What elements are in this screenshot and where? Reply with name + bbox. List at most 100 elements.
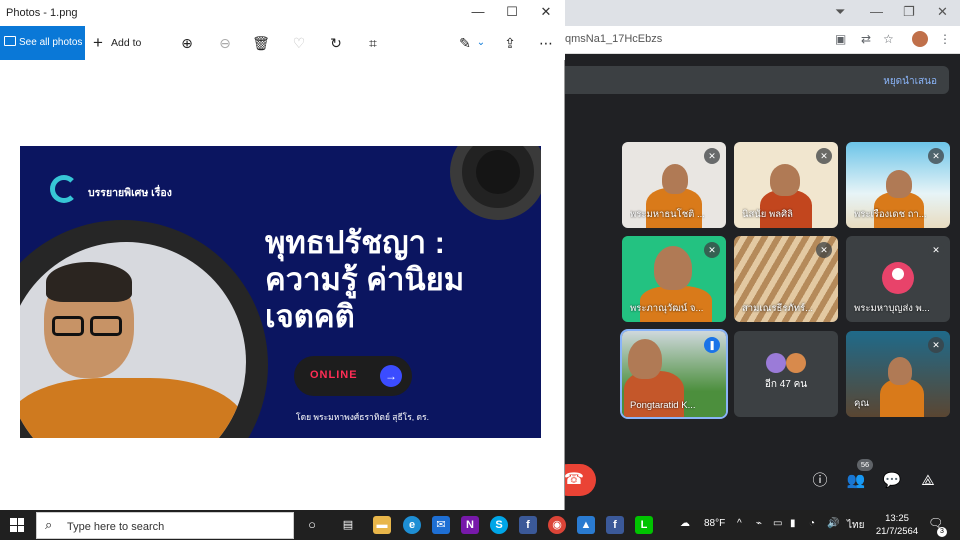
weather-icon[interactable]: ☁: [680, 518, 690, 529]
online-badge: ONLINE →: [294, 356, 412, 396]
presenting-banner: หยุดนำเสนอ: [565, 66, 949, 94]
zoom-in-icon[interactable]: ⊕: [178, 34, 196, 52]
mic-off-icon: ✕: [928, 148, 944, 164]
decorative-ring: [450, 146, 541, 220]
star-icon[interactable]: ☆: [883, 32, 894, 46]
translate-icon[interactable]: ⇄: [861, 32, 871, 46]
notification-count: 3: [937, 527, 947, 537]
participant-name: พระภาณุวัฒน์ จ...: [630, 303, 704, 314]
camera-icon[interactable]: ▣: [835, 32, 846, 46]
language-indicator[interactable]: ไทย: [847, 518, 864, 533]
skype-icon[interactable]: S: [490, 516, 508, 534]
participant-tile-speaking[interactable]: ❚ Pongtaratid K...: [620, 329, 728, 419]
participant-name: นิสนัย พลศิลิ: [742, 209, 793, 220]
info-icon[interactable]: ⓘ: [809, 470, 831, 492]
onenote-icon[interactable]: N: [461, 516, 479, 534]
more-participants-count: อีก 47 คน: [764, 379, 808, 390]
people-count-badge: 56: [857, 459, 873, 471]
participant-tile[interactable]: ✕ สามเณรธีรภัทร์...: [734, 236, 838, 322]
photos-window: Photos - 1.png — ☐ ✕ See all photos + Ad…: [0, 0, 565, 510]
address-bar[interactable]: qmsNa1_17HcEbzs ▣ ⇄ ☆ ⋮: [565, 26, 960, 54]
plus-icon: +: [93, 33, 103, 52]
mail-icon[interactable]: ✉: [432, 516, 450, 534]
arrow-right-icon: →: [380, 365, 402, 387]
share-icon[interactable]: ⇪: [501, 34, 519, 52]
line-icon[interactable]: L: [635, 516, 653, 534]
gallery-icon: [4, 36, 16, 46]
task-view-icon[interactable]: ▤: [339, 516, 357, 534]
photos-app-icon[interactable]: ▲: [577, 516, 595, 534]
people-icon[interactable]: 👥: [845, 470, 867, 492]
url-text: qmsNa1_17HcEbzs: [565, 33, 663, 45]
slide-subtitle: บรรยายพิเศษ เรื่อง: [88, 187, 172, 199]
participant-tile[interactable]: ✕ พระมหาธนโชติ ...: [622, 142, 726, 228]
participant-name: พระมหาธนโชติ ...: [630, 209, 705, 220]
zoom-out-icon[interactable]: ⊖: [216, 34, 234, 52]
avatar: [786, 353, 806, 373]
minimize-icon[interactable]: —: [870, 4, 883, 19]
wifi-icon[interactable]: ◔: [809, 518, 815, 529]
edge-icon[interactable]: e: [403, 516, 421, 534]
clock-time[interactable]: 13:25: [875, 513, 919, 524]
participant-name: พระเรืองเดช ถา...: [854, 209, 927, 220]
activities-icon[interactable]: ⟁: [917, 470, 939, 492]
crop-icon[interactable]: ⌗: [364, 34, 382, 52]
restore-icon[interactable]: ❐: [903, 4, 915, 20]
stop-presenting-button[interactable]: หยุดนำเสนอ: [883, 74, 937, 89]
facebook-icon[interactable]: f: [519, 516, 537, 534]
chevron-up-icon[interactable]: ^: [737, 518, 742, 529]
participant-tile[interactable]: ✕ พระเรืองเดช ถา...: [846, 142, 950, 228]
windows-start-icon[interactable]: [10, 518, 24, 532]
ring-logo: [50, 175, 78, 203]
taskbar-search-input[interactable]: ⌕ Type here to search: [36, 512, 294, 539]
self-tile[interactable]: ✕ คุณ: [846, 331, 950, 417]
more-icon[interactable]: ⋯: [537, 34, 555, 52]
taskbar: ⌕ Type here to search ○ ▤ ▬ e ✉ N S f ◉ …: [0, 510, 960, 540]
chrome-icon[interactable]: ◉: [548, 516, 566, 534]
close-icon[interactable]: ✕: [937, 4, 948, 20]
participant-tile[interactable]: ✕ พระภาณุวัฒน์ จ...: [622, 236, 726, 322]
chevron-down-icon[interactable]: ⌄: [472, 34, 490, 52]
chat-icon[interactable]: 💬: [881, 470, 903, 492]
avatar: [766, 353, 786, 373]
cortana-icon[interactable]: ○: [303, 516, 321, 534]
chrome-tabstrip: ⏷ — ❐ ✕: [565, 0, 960, 26]
close-icon[interactable]: ✕: [536, 4, 556, 20]
slide-image: บรรยายพิเศษ เรื่อง พุทธปรัชญา : ความรู้ …: [20, 146, 541, 438]
chrome-more-icon[interactable]: ⋮: [939, 32, 951, 46]
see-all-photos-button[interactable]: See all photos: [0, 26, 85, 60]
slide-heading: พุทธปรัชญา : ความรู้ ค่านิยม เจตคติ: [265, 225, 465, 334]
window-title: Photos - 1.png: [6, 7, 78, 19]
delete-icon[interactable]: 🗑: [252, 34, 270, 52]
chrome-profile-avatar[interactable]: [912, 31, 928, 47]
mic-off-icon: ✕: [704, 148, 720, 164]
meet-tray-icon[interactable]: ▭: [773, 518, 782, 529]
usb-icon[interactable]: ⌁: [756, 518, 762, 529]
volume-icon[interactable]: 🔊: [827, 518, 839, 529]
photos-titlebar[interactable]: Photos - 1.png — ☐ ✕: [0, 0, 565, 26]
file-explorer-icon[interactable]: ▬: [373, 516, 391, 534]
search-icon: ⌕: [45, 517, 53, 532]
mic-off-icon: ✕: [928, 337, 944, 353]
photos-toolbar: See all photos + Add to ⊕ ⊖ 🗑 ♡ ↻ ⌗ ✎ ⌄ …: [0, 26, 565, 60]
user-avatar-icon: [882, 262, 914, 294]
mic-off-icon: ✕: [816, 242, 832, 258]
participant-name: พระมหาบุญส่ง พ...: [854, 303, 930, 314]
minimize-icon[interactable]: —: [468, 4, 488, 19]
mic-off-icon: ✕: [928, 242, 944, 258]
participant-tile[interactable]: ✕ นิสนัย พลศิลิ: [734, 142, 838, 228]
battery-icon[interactable]: ▮: [790, 518, 796, 529]
clock-date[interactable]: 21/7/2564: [870, 526, 924, 537]
speaking-icon: ❚: [704, 337, 720, 353]
facebook-icon[interactable]: f: [606, 516, 624, 534]
mic-off-icon: ✕: [816, 148, 832, 164]
participant-name: Pongtaratid K...: [630, 400, 696, 411]
chrome-menu-down-icon[interactable]: ⏷: [835, 4, 845, 20]
rotate-icon[interactable]: ↻: [327, 34, 345, 52]
temperature: 88°F: [704, 518, 726, 529]
more-participants-tile[interactable]: อีก 47 คน: [734, 331, 838, 417]
participant-tile[interactable]: ✕ พระมหาบุญส่ง พ...: [846, 236, 950, 322]
favorite-icon[interactable]: ♡: [290, 34, 308, 52]
maximize-icon[interactable]: ☐: [502, 4, 522, 20]
participant-name: คุณ: [854, 398, 870, 409]
